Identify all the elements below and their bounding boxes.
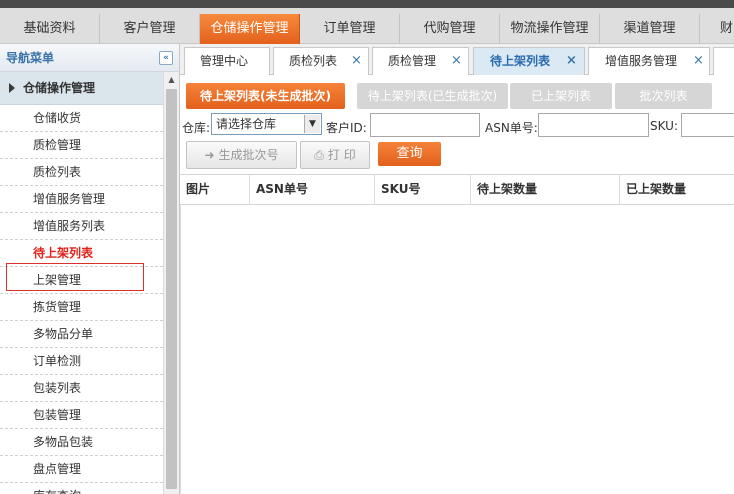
tab-label: 待上架列表 [489,54,550,68]
close-icon[interactable]: × [566,48,577,74]
sidebar-header: 导航菜单 « [0,44,179,72]
grid-header: 图片 ASN单号 SKU号 待上架数量 已上架数量 [180,175,734,205]
subtab-pending-with-batch[interactable]: 待上架列表(已生成批次) [357,83,508,109]
sidebar-item-stocktake-management[interactable]: 盘点管理 [0,456,163,483]
nav-basic-data[interactable]: 基础资料 [0,14,100,44]
sidebar-scrollbar[interactable]: ▲ [163,72,179,494]
sidebar-item-warehouse-receiving[interactable]: 仓储收货 [0,105,163,132]
sidebar-item-packing-management[interactable]: 包装管理 [0,402,163,429]
sidebar-item-putaway-management[interactable]: 上架管理 [0,267,163,294]
tab-qc-list[interactable]: 质检列表 × [273,47,369,75]
tab-value-added-management[interactable]: 增值服务管理 × [588,47,710,75]
nav-logistics-operations[interactable]: 物流操作管理 [500,14,600,44]
chevron-down-icon[interactable]: ▼ [304,115,320,133]
sidebar-item-qc-management[interactable]: 质检管理 [0,132,163,159]
sku-input[interactable] [681,113,734,137]
scrollbar-thumb[interactable] [166,89,177,489]
sidebar-item-pending-putaway-list[interactable]: 待上架列表 [0,240,163,267]
warehouse-label: 仓库: [182,121,211,135]
tab-management-center[interactable]: 管理中心 [184,47,270,75]
tab-label: 质检管理 [387,54,436,68]
sidebar-item-multi-item-split[interactable]: 多物品分单 [0,321,163,348]
subtab-putaway-done-list[interactable]: 已上架列表 [510,83,612,109]
tab-label: 增值服务管理 [604,54,677,68]
generate-batch-label: 生成批次号 [218,148,279,162]
top-menu: 基础资料 客户管理 仓储操作管理 订单管理 代购管理 物流操作管理 渠道管理 财 [0,14,734,44]
nav-customer-management[interactable]: 客户管理 [100,14,200,44]
print-label: 打 印 [327,148,356,162]
subtab-pending-no-batch[interactable]: 待上架列表(未生成批次) [186,83,345,109]
column-header-sku[interactable]: SKU号 [375,175,471,205]
putaway-grid: 图片 ASN单号 SKU号 待上架数量 已上架数量 [180,174,734,494]
double-chevron-left-icon[interactable]: « [159,51,173,65]
asn-number-input[interactable] [538,113,649,137]
main-content: 待上架列表(未生成批次) 待上架列表(已生成批次) 已上架列表 批次列表 仓库:… [180,75,734,494]
grid-left-border [180,205,181,494]
sku-label: SKU: [650,119,678,133]
close-icon[interactable]: × [451,48,462,74]
nav-order-management[interactable]: 订单管理 [300,14,400,44]
column-header-image[interactable]: 图片 [180,175,250,205]
printer-icon: ⎙ [314,148,324,162]
nav-purchasing-management[interactable]: 代购管理 [400,14,500,44]
tab-label: 管理中心 [199,54,248,68]
column-header-asn[interactable]: ASN单号 [250,175,375,205]
asn-number-label: ASN单号: [485,121,538,135]
customer-id-input[interactable] [370,113,480,137]
tab-label: 质检列表 [288,54,337,68]
scroll-up-arrow-icon[interactable]: ▲ [164,72,179,87]
sidebar-item-qc-list[interactable]: 质检列表 [0,159,163,186]
sidebar: 导航菜单 « 仓储操作管理 仓储收货 质检管理 质检列表 增值服务管理 增值服务… [0,44,180,494]
generate-batch-button[interactable]: ➜ 生成批次号 [186,141,297,169]
nav-channel-management[interactable]: 渠道管理 [600,14,700,44]
warehouse-select-value: 请选择仓库 [216,117,277,131]
sidebar-title: 导航菜单 [6,51,55,65]
sidebar-item-picking-management[interactable]: 拣货管理 [0,294,163,321]
tab-overflow[interactable] [713,47,734,75]
close-icon[interactable]: × [693,48,704,74]
filter-bar: 仓库: 请选择仓库 ▼ 客户ID: ASN单号: SKU: [180,112,734,138]
column-header-pending-qty[interactable]: 待上架数量 [471,175,620,205]
top-navigation-bar: 基础资料 客户管理 仓储操作管理 订单管理 代购管理 物流操作管理 渠道管理 财 [0,0,734,44]
warehouse-select[interactable]: 请选择仓库 ▼ [211,113,322,135]
page-tabs-bar: 管理中心 质检列表 × 质检管理 × 待上架列表 × 增值服务管理 × [180,44,734,75]
sidebar-item-value-added-list[interactable]: 增值服务列表 [0,213,163,240]
close-icon[interactable]: × [351,48,362,74]
query-button[interactable]: 查询 [378,142,441,166]
nav-finance[interactable]: 财 [700,14,734,44]
sidebar-menu-list: 仓储收货 质检管理 质检列表 增值服务管理 增值服务列表 待上架列表 上架管理 … [0,105,163,494]
sidebar-body: 仓储操作管理 仓储收货 质检管理 质检列表 增值服务管理 增值服务列表 待上架列… [0,72,179,494]
nav-warehouse-operations[interactable]: 仓储操作管理 [200,14,300,44]
sidebar-item-multi-item-packing[interactable]: 多物品包装 [0,429,163,456]
sidebar-item-inventory-query[interactable]: 库存查询 [0,483,163,494]
sidebar-item-packing-list[interactable]: 包装列表 [0,375,163,402]
sidebar-group-label: 仓储操作管理 [23,81,96,95]
subtab-batch-list[interactable]: 批次列表 [615,83,712,109]
sidebar-group-warehouse-operations[interactable]: 仓储操作管理 [0,72,163,105]
top-strip [0,0,734,8]
customer-id-label: 客户ID: [326,121,367,135]
print-button[interactable]: ⎙ 打 印 [300,141,370,169]
tab-qc-management[interactable]: 质检管理 × [372,47,469,75]
sidebar-item-order-inspection[interactable]: 订单检测 [0,348,163,375]
caret-right-icon [9,83,15,93]
tab-pending-putaway-list[interactable]: 待上架列表 × [473,47,585,75]
column-header-putaway-qty[interactable]: 已上架数量 [620,175,734,205]
sidebar-item-value-added-management[interactable]: 增值服务管理 [0,186,163,213]
arrow-right-icon: ➜ [204,148,215,162]
